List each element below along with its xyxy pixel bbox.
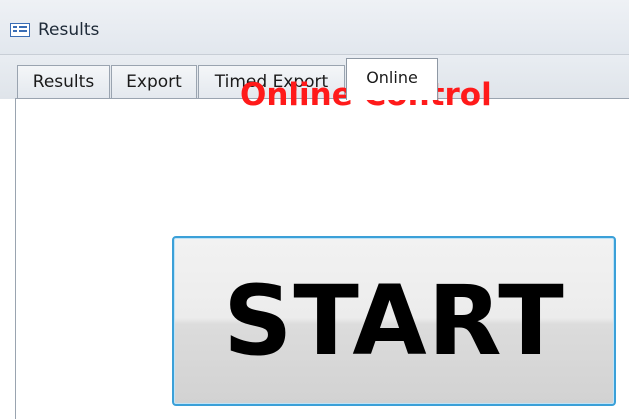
- start-button[interactable]: START: [172, 236, 616, 406]
- tab-export[interactable]: Export: [111, 65, 197, 99]
- form-icon: [10, 23, 30, 37]
- tab-results[interactable]: Results: [17, 65, 110, 99]
- access-form-window: Results Results Export Timed Export Onli…: [0, 0, 629, 419]
- title-bar: Results: [0, 0, 629, 55]
- tab-online[interactable]: Online: [346, 58, 438, 100]
- start-button-label: START: [223, 265, 565, 377]
- window-title: Results: [38, 20, 100, 40]
